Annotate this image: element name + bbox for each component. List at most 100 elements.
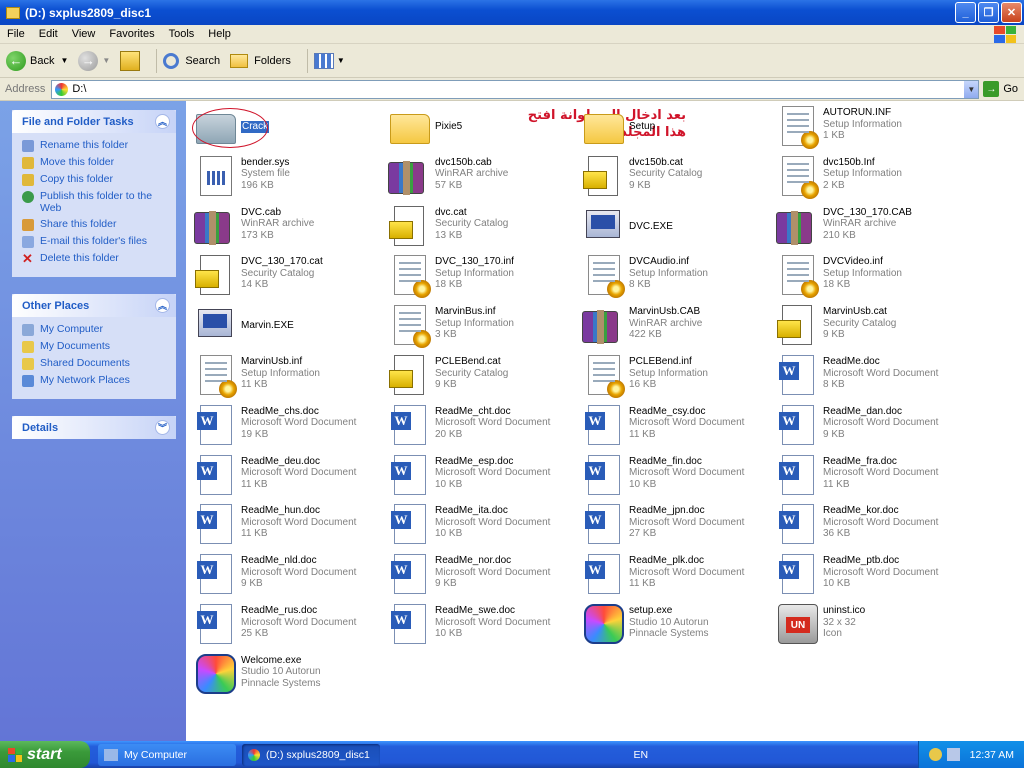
shared-documents-link[interactable]: Shared Documents [22,357,168,370]
chevron-down-icon[interactable]: ▼ [102,56,110,65]
file-item[interactable]: ReadMe_jpn.docMicrosoft Word Document27 … [578,502,768,550]
taskbar-my-computer[interactable]: My Computer [98,743,236,766]
maximize-button[interactable]: ❐ [978,2,999,23]
file-item[interactable]: ReadMe_chs.docMicrosoft Word Document19 … [190,403,380,451]
file-item[interactable]: ReadMe_kor.docMicrosoft Word Document36 … [772,502,962,550]
file-item[interactable]: ReadMe_swe.docMicrosoft Word Document10 … [384,602,574,650]
chevron-down-icon[interactable]: ▼ [60,56,68,65]
file-item[interactable]: ReadMe_fra.docMicrosoft Word Document11 … [772,453,962,501]
file-item[interactable]: MarvinUsb.cat Security Catalog 9 KB [772,303,962,351]
minimize-button[interactable]: _ [955,2,976,23]
file-item[interactable]: ReadMe_nld.docMicrosoft Word Document9 K… [190,552,380,600]
file-item[interactable]: ReadMe_ita.docMicrosoft Word Document10 … [384,502,574,550]
collapse-icon[interactable]: ︽ [155,114,170,129]
file-item[interactable]: MarvinUsb.inf Setup Information 11 KB [190,353,380,401]
forward-button[interactable]: → ▼ [78,50,110,71]
delete-folder-link[interactable]: ✕ Delete this folder [22,252,168,265]
views-button[interactable]: ▼ [313,52,345,69]
go-button[interactable]: → Go [983,81,1018,97]
copy-icon [22,174,34,186]
file-item[interactable]: DVC_130_170.CAB WinRAR archive 210 KB [772,204,962,252]
file-item[interactable]: ReadMe_fin.docMicrosoft Word Document10 … [578,453,768,501]
my-documents-link[interactable]: My Documents [22,340,168,353]
file-item[interactable]: ReadMe_rus.docMicrosoft Word Document25 … [190,602,380,650]
file-item[interactable]: Pixie5 [384,104,574,152]
file-item[interactable]: DVCAudio.inf Setup Information 8 KB [578,253,768,301]
start-button[interactable]: start [0,741,90,768]
panel-header[interactable]: Other Places ︽ [12,294,176,317]
file-item[interactable]: dvc150b.cab WinRAR archive 57 KB [384,154,574,202]
file-name: ReadMe_csy.doc [629,405,706,417]
file-item[interactable]: MarvinBus.inf Setup Information 3 KB [384,303,574,351]
file-text: MarvinUsb.cat Security Catalog 9 KB [823,306,896,341]
up-button[interactable] [120,50,141,71]
file-name: ReadMe_deu.doc [241,455,320,467]
file-text: DVC_130_170.cat Security Catalog 14 KB [241,256,323,291]
menu-tools[interactable]: Tools [162,28,202,40]
my-network-places-link[interactable]: My Network Places [22,374,168,387]
menu-help[interactable]: Help [201,28,238,40]
file-item[interactable]: dvc150b.cat Security Catalog 9 KB [578,154,768,202]
move-folder-link[interactable]: Move this folder [22,156,168,169]
my-computer-link[interactable]: My Computer [22,323,168,336]
panel-header[interactable]: File and Folder Tasks ︽ [12,110,176,133]
file-item[interactable]: MarvinUsb.CAB WinRAR archive 422 KB [578,303,768,351]
file-item[interactable]: uninst.ico32 x 32Icon [772,602,962,650]
rename-folder-link[interactable]: Rename this folder [22,139,168,152]
email-files-link[interactable]: E-mail this folder's files [22,235,168,248]
file-item[interactable]: ReadMe_plk.docMicrosoft Word Document11 … [578,552,768,600]
file-item[interactable]: AUTORUN.INF Setup Information 1 KB [772,104,962,152]
file-item[interactable]: DVC.cab WinRAR archive 173 KB [190,204,380,252]
expand-icon[interactable]: ︾ [155,420,170,435]
close-button[interactable]: ✕ [1001,2,1022,23]
file-item[interactable]: ReadMe_dan.docMicrosoft Word Document9 K… [772,403,962,451]
file-type: Microsoft Word Document [823,516,939,528]
file-item[interactable]: PCLEBend.cat Security Catalog 9 KB [384,353,574,401]
back-button[interactable]: ← Back ▼ [6,50,68,71]
file-item[interactable]: ReadMe_nor.docMicrosoft Word Document9 K… [384,552,574,600]
collapse-icon[interactable]: ︽ [155,298,170,313]
menu-edit[interactable]: Edit [32,28,65,40]
file-item[interactable]: DVC_130_170.cat Security Catalog 14 KB [190,253,380,301]
computer-icon [22,324,34,336]
file-item[interactable]: PCLEBend.inf Setup Information 16 KB [578,353,768,401]
file-item[interactable]: Welcome.exe Studio 10 Autorun Pinnacle Sys… [190,652,380,700]
taskbar-disc-window[interactable]: (D:) sxplus2809_disc1 [242,743,380,766]
file-item[interactable]: ReadMe_csy.docMicrosoft Word Document11 … [578,403,768,451]
file-item[interactable]: Crack [190,104,380,152]
file-item[interactable]: DVC.EXE [578,204,768,252]
file-item[interactable]: bender.sys System file 196 KB [190,154,380,202]
file-item[interactable]: ReadMe_hun.docMicrosoft Word Document11 … [190,502,380,550]
menu-file[interactable]: File [0,28,32,40]
file-item[interactable]: dvc150b.Inf Setup Information 2 KB [772,154,962,202]
tray-icon[interactable] [928,748,942,761]
publish-folder-link[interactable]: Publish this folder to the Web [22,190,168,214]
file-item[interactable]: Setup [578,104,768,152]
file-type: Security Catalog [435,218,509,230]
file-item[interactable]: ReadMe_cht.docMicrosoft Word Document20 … [384,403,574,451]
clock[interactable]: 12:37 AM [970,749,1014,761]
folders-button[interactable]: Folders [230,53,291,68]
panel-header[interactable]: Details ︾ [12,416,176,439]
network-icon[interactable] [946,748,960,761]
file-text: ReadMe_nor.doc Microsoft Word Document 9 K… [435,555,550,590]
file-text: ReadMe_hun.doc Microsoft Word Document 11 … [241,505,356,540]
file-item[interactable]: ReadMe_esp.docMicrosoft Word Document10 … [384,453,574,501]
file-item[interactable]: dvc.cat Security Catalog 13 KB [384,204,574,252]
file-item[interactable]: ReadMe_deu.docMicrosoft Word Document11 … [190,453,380,501]
file-item[interactable]: setup.exe Studio 10 Autorun Pinnacle Syste… [578,602,768,650]
file-item[interactable]: ReadMe_ptb.docMicrosoft Word Document10 … [772,552,962,600]
file-item[interactable]: ReadMe.docMicrosoft Word Document8 KB [772,353,962,401]
address-dropdown-button[interactable]: ▼ [964,80,979,98]
menu-favorites[interactable]: Favorites [102,28,161,40]
language-indicator[interactable]: EN [634,749,649,761]
menu-view[interactable]: View [65,28,103,40]
search-button[interactable]: Search [163,52,220,69]
chevron-down-icon[interactable]: ▼ [337,56,345,65]
copy-folder-link[interactable]: Copy this folder [22,173,168,186]
file-item[interactable]: Marvin.EXE [190,303,380,351]
address-input[interactable]: D:\ ▼ [51,79,980,99]
file-item[interactable]: DVC_130_170.inf Setup Information 18 KB [384,253,574,301]
share-folder-link[interactable]: Share this folder [22,218,168,231]
file-item[interactable]: DVCVideo.inf Setup Information 18 KB [772,253,962,301]
